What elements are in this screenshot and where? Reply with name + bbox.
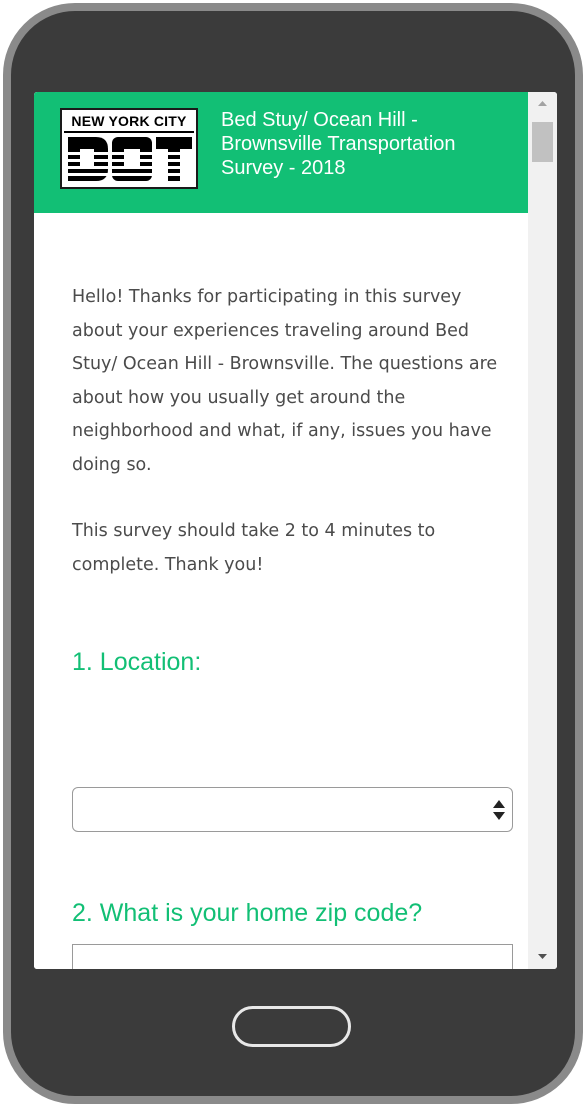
- nyc-dot-logo: NEW YORK CITY: [60, 108, 198, 189]
- dot-logo-mark: [66, 137, 194, 181]
- question-zip-title: 2. What is your home zip code?: [72, 899, 423, 927]
- triangle-down-icon: [538, 954, 547, 959]
- scroll-up-button[interactable]: [528, 92, 557, 118]
- vertical-scrollbar[interactable]: [528, 92, 557, 969]
- location-select[interactable]: [72, 787, 513, 832]
- sort-updown-icon: [493, 800, 505, 820]
- survey-intro: Hello! Thanks for participating in this …: [72, 281, 512, 582]
- survey-title: Bed Stuy/ Ocean Hill - Brownsville Trans…: [221, 109, 456, 179]
- survey-header: NEW YORK CITY Bed Stuy/ Ocean Hill - Bro…: [34, 92, 528, 213]
- home-button[interactable]: [232, 1006, 351, 1047]
- logo-text: NEW YORK CITY: [64, 111, 194, 133]
- survey-page: NEW YORK CITY Bed Stuy/ Ocean Hill - Bro…: [34, 92, 528, 969]
- intro-paragraph: Hello! Thanks for participating in this …: [72, 287, 498, 475]
- scrollbar-thumb[interactable]: [532, 122, 553, 162]
- intro-paragraph: This survey should take 2 to 4 minutes t…: [72, 521, 436, 575]
- triangle-up-icon: [538, 101, 547, 106]
- phone-screen: NEW YORK CITY Bed Stuy/ Ocean Hill - Bro…: [34, 92, 557, 969]
- zip-code-input[interactable]: [72, 944, 513, 969]
- scroll-down-button[interactable]: [528, 943, 557, 969]
- question-location-title: 1. Location:: [72, 648, 202, 676]
